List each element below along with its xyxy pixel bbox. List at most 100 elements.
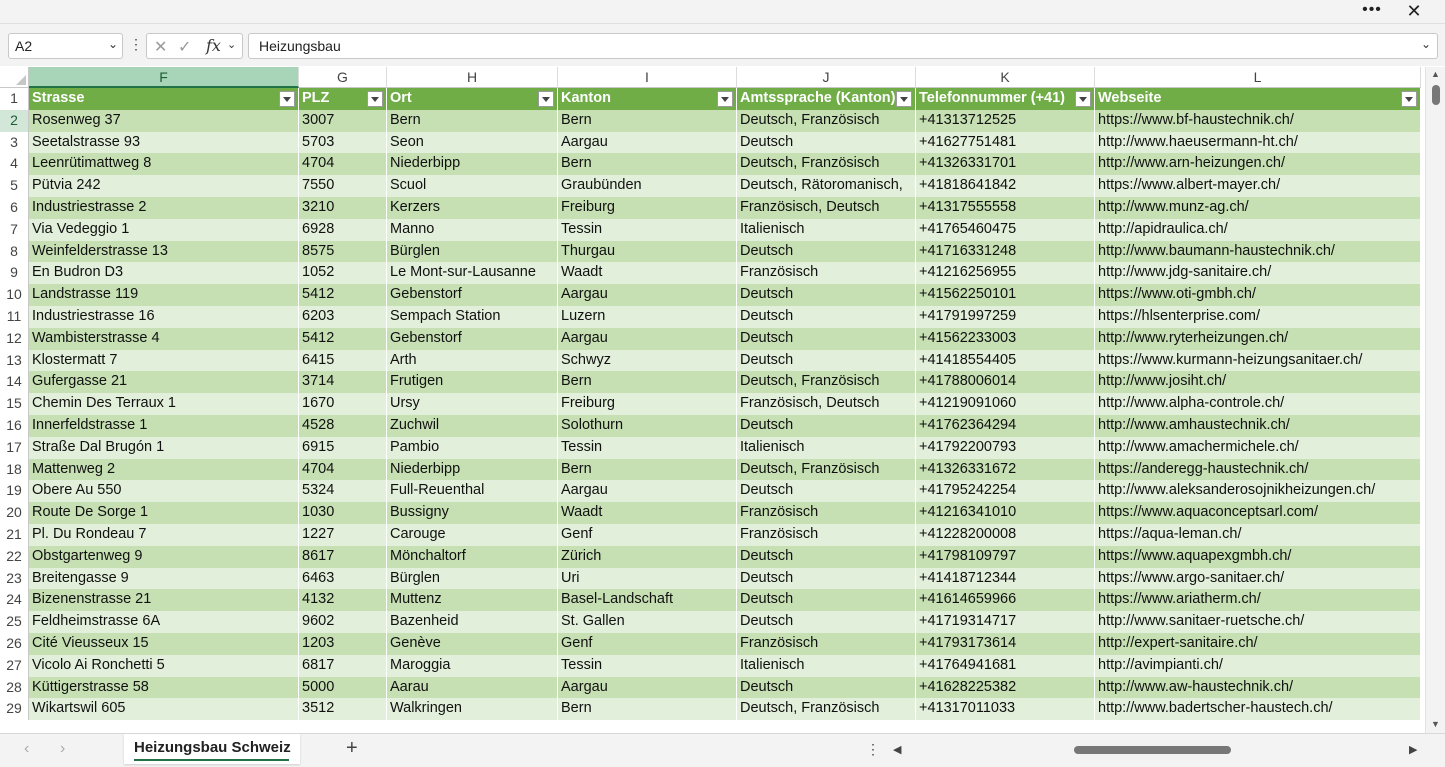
table-cell[interactable]: Aargau (558, 284, 737, 306)
row-number[interactable]: 20 (0, 502, 29, 524)
column-header-l[interactable]: L (1095, 67, 1421, 88)
row-number[interactable]: 13 (0, 349, 29, 372)
table-header-cell[interactable]: Webseite (1095, 88, 1421, 110)
row-number[interactable]: 3 (0, 131, 29, 154)
table-cell[interactable]: Seon (387, 131, 558, 154)
table-cell[interactable]: 5324 (299, 480, 387, 503)
add-sheet-icon[interactable]: + (346, 737, 358, 760)
table-cell[interactable]: Bürglen (387, 240, 558, 263)
table-cell[interactable]: Pütvia 242 (29, 175, 299, 197)
row-number[interactable]: 7 (0, 218, 29, 241)
table-cell[interactable]: http://www.arn-heizungen.ch/ (1095, 153, 1421, 176)
table-cell[interactable]: http://www.munz-ag.ch/ (1095, 197, 1421, 219)
table-cell[interactable]: http://www.baumann-haustechnik.ch/ (1095, 240, 1421, 263)
row-number[interactable]: 25 (0, 611, 29, 633)
table-cell[interactable]: Bern (558, 458, 737, 481)
table-cell[interactable]: http://www.badertscher-haustech.ch/ (1095, 698, 1421, 721)
filter-dropdown-icon[interactable] (1401, 91, 1417, 107)
table-cell[interactable]: http://www.jdg-sanitaire.ch/ (1095, 262, 1421, 285)
table-cell[interactable]: https://www.argo-sanitaer.ch/ (1095, 567, 1421, 590)
worksheet-grid[interactable]: FGHIJKL 1 Strasse PLZ Ort Kanton Amtssprache … (0, 67, 1425, 733)
table-cell[interactable]: Solothurn (558, 415, 737, 437)
column-header-f[interactable]: F (29, 67, 299, 88)
row-number[interactable]: 1 (0, 88, 29, 110)
formula-input[interactable]: Heizungsbau ⌄ (248, 33, 1438, 59)
row-number[interactable]: 4 (0, 153, 29, 176)
table-cell[interactable]: http://www.alpha-controle.ch/ (1095, 393, 1421, 415)
table-cell[interactable]: +41762364294 (916, 415, 1095, 437)
table-cell[interactable]: Gebenstorf (387, 284, 558, 306)
table-cell[interactable]: Waadt (558, 262, 737, 285)
table-cell[interactable]: 6203 (299, 306, 387, 328)
table-cell[interactable]: 4528 (299, 415, 387, 437)
horizontal-scroll-thumb[interactable] (1074, 746, 1231, 754)
table-cell[interactable]: 1203 (299, 633, 387, 655)
table-cell[interactable]: Thurgau (558, 240, 737, 263)
chevron-down-icon[interactable]: ⌄ (108, 37, 118, 51)
table-cell[interactable]: +41216256955 (916, 262, 1095, 285)
table-cell[interactable]: 3714 (299, 371, 387, 394)
table-cell[interactable]: Deutsch (737, 349, 916, 372)
table-cell[interactable]: https://www.albert-mayer.ch/ (1095, 175, 1421, 197)
filter-dropdown-icon[interactable] (367, 91, 383, 107)
table-cell[interactable]: Pl. Du Rondeau 7 (29, 524, 299, 546)
table-cell[interactable]: Deutsch (737, 327, 916, 350)
table-cell[interactable]: Mönchaltorf (387, 545, 558, 568)
table-cell[interactable]: 1227 (299, 524, 387, 546)
table-cell[interactable]: +41562233003 (916, 327, 1095, 350)
column-header-g[interactable]: G (299, 67, 387, 88)
table-cell[interactable]: Obstgartenweg 9 (29, 545, 299, 568)
table-cell[interactable]: 6415 (299, 349, 387, 372)
table-cell[interactable]: Tessin (558, 654, 737, 677)
table-cell[interactable]: +41765460475 (916, 218, 1095, 241)
table-cell[interactable]: https://www.bf-haustechnik.ch/ (1095, 109, 1421, 132)
table-cell[interactable]: http://www.sanitaer-ruetsche.ch/ (1095, 611, 1421, 633)
table-cell[interactable]: 1030 (299, 502, 387, 524)
table-cell[interactable]: +41798109797 (916, 545, 1095, 568)
table-cell[interactable]: http://www.aw-haustechnik.ch/ (1095, 676, 1421, 699)
table-cell[interactable]: 6915 (299, 436, 387, 459)
table-cell[interactable]: Le Mont-sur-Lausanne (387, 262, 558, 285)
table-cell[interactable]: Luzern (558, 306, 737, 328)
table-cell[interactable]: +41628225382 (916, 676, 1095, 699)
table-cell[interactable]: +41317011033 (916, 698, 1095, 721)
table-cell[interactable]: +41795242254 (916, 480, 1095, 503)
table-cell[interactable]: Bern (558, 109, 737, 132)
table-cell[interactable]: https://www.kurmann-heizungsanitaer.ch/ (1095, 349, 1421, 372)
table-cell[interactable]: 4704 (299, 153, 387, 176)
name-box[interactable]: A2 ⌄ (8, 33, 123, 59)
table-cell[interactable]: Industriestrasse 2 (29, 197, 299, 219)
table-cell[interactable]: Route De Sorge 1 (29, 502, 299, 524)
row-number[interactable]: 26 (0, 633, 29, 655)
table-cell[interactable]: Bern (387, 109, 558, 132)
table-cell[interactable]: 6817 (299, 654, 387, 677)
chevron-left-icon[interactable]: ‹ (24, 740, 29, 758)
table-cell[interactable]: Bürglen (387, 567, 558, 590)
table-cell[interactable]: Bussigny (387, 502, 558, 524)
select-all-corner[interactable] (0, 67, 29, 88)
row-number[interactable]: 5 (0, 175, 29, 197)
row-number[interactable]: 11 (0, 306, 29, 328)
scroll-down-icon[interactable]: ▼ (1431, 719, 1440, 729)
table-cell[interactable]: Full-Reuenthal (387, 480, 558, 503)
table-cell[interactable]: Straße Dal Brugón 1 (29, 436, 299, 459)
filter-dropdown-icon[interactable] (896, 91, 912, 107)
cancel-icon[interactable]: ✕ (154, 37, 167, 57)
table-cell[interactable]: Ursy (387, 393, 558, 415)
row-number[interactable]: 28 (0, 676, 29, 699)
table-cell[interactable]: Bizenenstrasse 21 (29, 589, 299, 612)
table-cell[interactable]: http://www.ryterheizungen.ch/ (1095, 327, 1421, 350)
table-header-cell[interactable]: Ort (387, 88, 558, 110)
table-header-cell[interactable]: Strasse (29, 88, 299, 110)
table-cell[interactable]: Deutsch (737, 567, 916, 590)
table-cell[interactable]: Deutsch, Französisch (737, 458, 916, 481)
row-number[interactable]: 16 (0, 415, 29, 437)
table-cell[interactable]: Klostermatt 7 (29, 349, 299, 372)
table-cell[interactable]: Deutsch (737, 611, 916, 633)
table-cell[interactable]: Industriestrasse 16 (29, 306, 299, 328)
sheet-tab[interactable]: Heizungsbau Schweiz (124, 734, 300, 764)
table-cell[interactable]: Muttenz (387, 589, 558, 612)
filter-dropdown-icon[interactable] (279, 91, 295, 107)
table-cell[interactable]: +41418712344 (916, 567, 1095, 590)
filter-dropdown-icon[interactable] (538, 91, 554, 107)
